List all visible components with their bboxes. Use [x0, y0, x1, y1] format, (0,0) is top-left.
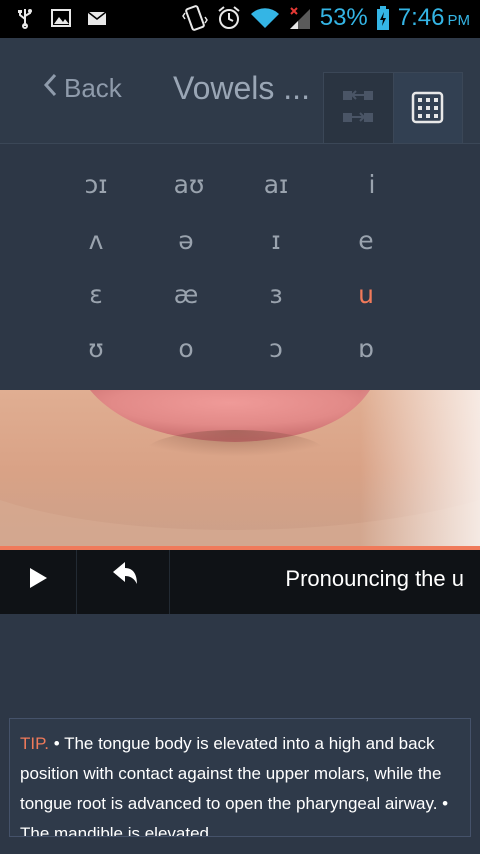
play-button[interactable]	[0, 550, 77, 614]
symbol-i[interactable]: i	[332, 170, 412, 199]
status-bar: 53% 7:46 PM	[0, 0, 480, 38]
symbol-turned-alpha[interactable]: ɒ	[326, 334, 406, 363]
usb-icon	[14, 7, 36, 29]
chevron-left-icon	[42, 72, 58, 105]
signal-icon	[288, 5, 312, 31]
symbol-oi[interactable]: ɔɪ	[56, 170, 136, 199]
clock: 7:46 PM	[398, 4, 470, 32]
vowel-symbol-grid: ɔɪ aʊ aɪ i ʌ ə ɪ e ɛ æ ɜ u ʊ o ɔ ɒ	[0, 144, 480, 390]
symbol-u-selected[interactable]: u	[326, 280, 406, 309]
header: Back Vowels ...	[0, 38, 480, 144]
swap-view-button[interactable]	[323, 72, 394, 143]
play-icon	[0, 568, 76, 618]
symbol-epsilon[interactable]: ɛ	[56, 280, 136, 309]
video-caption: Pronouncing the u	[285, 566, 464, 591]
back-label: Back	[64, 73, 122, 103]
tip-text: • The tongue body is elevated into a hig…	[20, 734, 449, 837]
replay-button[interactable]	[77, 550, 170, 614]
symbol-reversed-epsilon[interactable]: ɜ	[236, 280, 316, 309]
back-button[interactable]: Back	[42, 72, 122, 105]
mouth-image	[0, 390, 480, 550]
battery-percent: 53%	[319, 4, 368, 31]
symbol-ai[interactable]: aɪ	[236, 170, 316, 199]
replay-icon	[77, 562, 169, 618]
page-title: Vowels ...	[173, 70, 310, 106]
player-controls: Pronouncing the u	[0, 550, 480, 614]
keypad-button[interactable]	[393, 72, 463, 144]
symbol-small-i[interactable]: ɪ	[236, 226, 316, 255]
symbol-schwa[interactable]: ə	[146, 226, 226, 255]
tip-label: TIP.	[20, 734, 54, 753]
clock-time: 7:46	[397, 4, 445, 31]
symbol-wedge[interactable]: ʌ	[56, 226, 136, 255]
symbol-ae[interactable]: æ	[146, 280, 226, 309]
wifi-icon	[250, 6, 280, 30]
tip-box: TIP. • The tongue body is elevated into …	[9, 718, 471, 837]
symbol-open-o[interactable]: ɔ	[236, 334, 316, 363]
image-icon	[50, 7, 72, 29]
symbol-upsilon[interactable]: ʊ	[56, 334, 136, 363]
alarm-icon	[216, 4, 242, 32]
vibrate-icon	[181, 3, 208, 33]
battery-icon	[376, 5, 390, 31]
mail-icon	[86, 7, 108, 29]
symbol-au[interactable]: aʊ	[149, 170, 229, 199]
clock-ampm: PM	[447, 12, 471, 29]
symbol-e[interactable]: e	[326, 226, 406, 255]
symbol-o[interactable]: o	[146, 334, 226, 363]
